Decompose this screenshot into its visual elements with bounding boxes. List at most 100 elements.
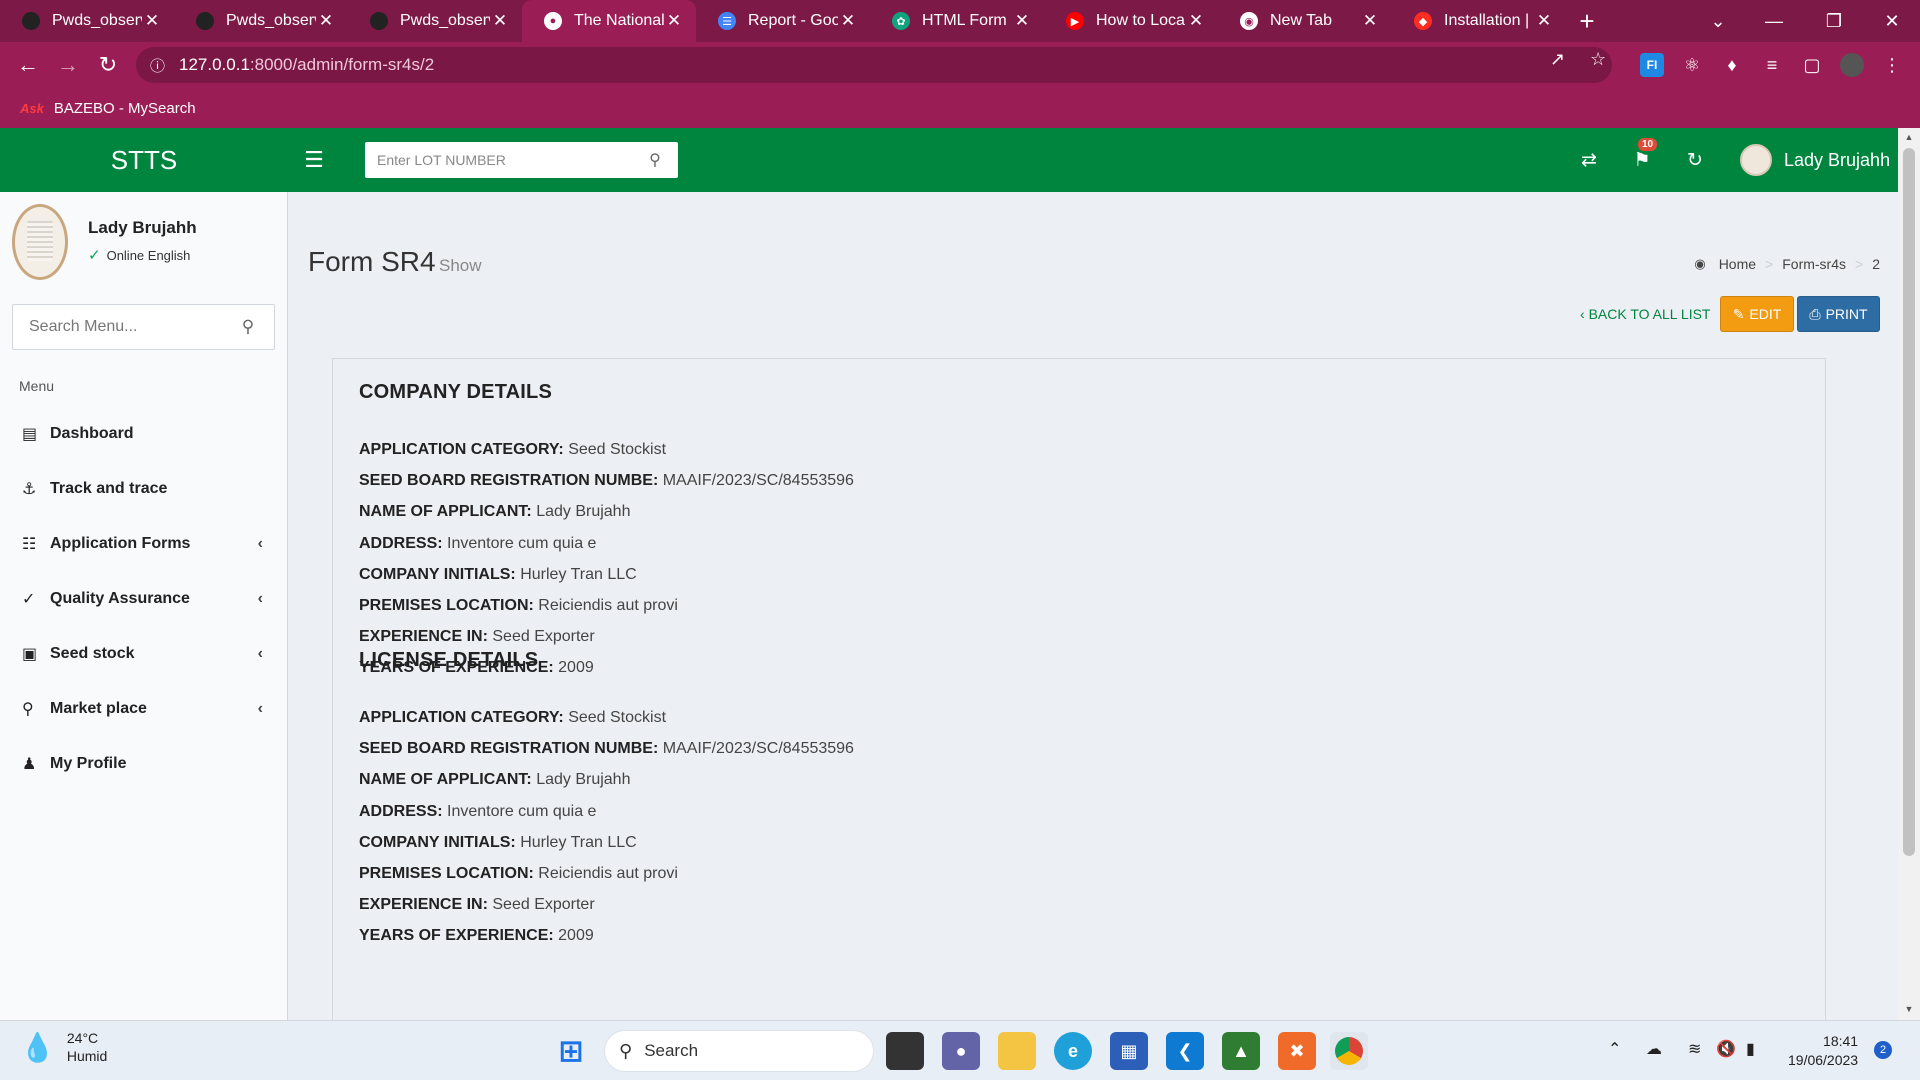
restore-icon[interactable]: ❐	[1806, 0, 1862, 42]
windows-start-icon[interactable]: ⊞	[552, 1032, 590, 1070]
edit-button-label: EDIT	[1749, 306, 1782, 322]
side-panel-icon[interactable]: ▢	[1800, 53, 1824, 77]
chevron-left-icon: ‹	[257, 534, 263, 552]
close-tab-icon[interactable]: ✕	[1534, 11, 1554, 31]
sidebar-item-quality-assurance[interactable]: ✓ Quality Assurance ‹	[0, 571, 287, 626]
close-tab-icon[interactable]: ✕	[1012, 11, 1032, 31]
microsoft-store-icon[interactable]: ▦	[1110, 1032, 1148, 1070]
reading-list-icon[interactable]: ≡	[1760, 53, 1784, 77]
task-view-icon[interactable]	[886, 1032, 924, 1070]
forward-arrow-icon[interactable]: →	[48, 45, 88, 85]
language-translate-icon[interactable]: ⇄	[1575, 146, 1603, 174]
search-icon[interactable]: ⚲	[635, 150, 675, 170]
bookmark-item[interactable]: BAZEBO - MySearch	[54, 100, 196, 117]
clock-date: 19/06/2023	[1788, 1052, 1859, 1068]
scroll-up-icon[interactable]: ▲	[1903, 132, 1915, 144]
field-label: ADDRESS:	[359, 534, 443, 552]
extension-react-icon[interactable]: ⚛	[1680, 53, 1704, 77]
notification-center-badge[interactable]: 2	[1874, 1041, 1892, 1059]
menu-search-input[interactable]	[13, 306, 223, 348]
field-value: Seed Stockist	[568, 709, 667, 726]
edit-button[interactable]: ✎ EDIT	[1720, 296, 1794, 332]
teams-chat-icon[interactable]: ●	[942, 1032, 980, 1070]
file-explorer-icon[interactable]	[998, 1032, 1036, 1070]
onedrive-cloud-icon[interactable]: ☁	[1646, 1039, 1662, 1059]
sidebar-item-track-and-trace[interactable]: ⚓ Track and trace	[0, 461, 287, 516]
lot-number-input[interactable]	[365, 143, 635, 177]
close-window-icon[interactable]: ✕	[1864, 0, 1920, 42]
page-scrollbar[interactable]: ▲ ▼	[1898, 128, 1920, 1020]
site-info-icon[interactable]: ⓘ	[150, 55, 165, 76]
share-icon[interactable]: ↗	[1550, 49, 1565, 70]
more-menu-icon[interactable]: ⋮	[1880, 53, 1904, 77]
header-user-menu[interactable]: Lady Brujahh	[1740, 143, 1890, 177]
speaker-muted-icon[interactable]: 🔇	[1716, 1039, 1736, 1059]
browser-tab[interactable]: ◆ Installation | L ✕	[1392, 0, 1566, 42]
url-bar[interactable]: ⓘ 127.0.0.1:8000/admin/form-sr4s/2	[136, 47, 1612, 83]
vscode-icon[interactable]: ❮	[1166, 1032, 1204, 1070]
close-tab-icon[interactable]: ✕	[1360, 11, 1380, 31]
user-avatar	[12, 204, 68, 280]
detail-field: PREMISES LOCATION: Reiciendis aut provi	[359, 858, 854, 889]
breadcrumb-form-sr4s[interactable]: Form-sr4s	[1782, 256, 1846, 272]
bookmark-star-icon[interactable]: ☆	[1590, 49, 1606, 70]
edge-browser-icon[interactable]: e	[1054, 1032, 1092, 1070]
page-title: Form SR4	[308, 246, 436, 277]
xampp-icon[interactable]: ✖	[1278, 1032, 1316, 1070]
browser-tab[interactable]: ☰ Report - Goog✕	[696, 0, 870, 42]
taskbar-search[interactable]: ⚲ Search	[604, 1030, 874, 1072]
detail-field: NAME OF APPLICANT: Lady Brujahh	[359, 764, 854, 795]
tab-search-icon[interactable]: ⌄	[1690, 0, 1746, 42]
url-host: 127.0.0.1	[179, 55, 250, 74]
print-button[interactable]: ⎙ PRINT	[1797, 296, 1880, 332]
weather-widget[interactable]: 💧 24°C Humid	[20, 1029, 107, 1065]
chrome-taskbar-icon[interactable]	[1330, 1032, 1368, 1070]
extensions-puzzle-icon[interactable]: ♦	[1720, 53, 1744, 77]
back-to-all-list-link[interactable]: ‹ BACK TO ALL LIST	[1580, 306, 1710, 322]
close-tab-icon[interactable]: ✕	[1186, 11, 1206, 31]
sidebar-item-application-forms[interactable]: ☷ Application Forms ‹	[0, 516, 287, 571]
wifi-icon[interactable]: ≋	[1688, 1039, 1701, 1059]
back-arrow-icon[interactable]: ←	[8, 45, 48, 85]
breadcrumb-home[interactable]: Home	[1719, 256, 1756, 272]
search-icon[interactable]: ⚲	[223, 317, 273, 337]
close-tab-icon[interactable]: ✕	[664, 11, 684, 31]
field-label: ADDRESS:	[359, 802, 443, 820]
browser-tab[interactable]: ◉ New Tab ✕	[1218, 0, 1392, 42]
browser-tab[interactable]: Pwds_observa✕	[0, 0, 174, 42]
browser-tab[interactable]: Pwds_observa✕	[174, 0, 348, 42]
field-label: APPLICATION CATEGORY:	[359, 441, 564, 458]
profile-avatar-icon[interactable]	[1840, 53, 1864, 77]
browser-tab[interactable]: ● The National S✕	[522, 0, 696, 42]
minimize-icon[interactable]: —	[1746, 0, 1802, 42]
scroll-thumb[interactable]	[1903, 148, 1915, 856]
show-hidden-icons-icon[interactable]: ⌃	[1608, 1039, 1621, 1059]
app-logo[interactable]: STTS	[0, 128, 288, 192]
detail-field: COMPANY INITIALS: Hurley Tran LLC	[359, 827, 854, 858]
battery-icon[interactable]: ▮	[1746, 1039, 1755, 1059]
hamburger-menu-icon[interactable]: ☰	[302, 146, 326, 174]
weather-drop-icon: 💧	[20, 1031, 55, 1063]
field-value: Reiciendis aut provi	[538, 864, 678, 882]
field-value: Lady Brujahh	[536, 771, 631, 789]
scroll-down-icon[interactable]: ▼	[1903, 1004, 1915, 1016]
refresh-icon[interactable]: ↻	[1681, 146, 1709, 174]
extension-fi-icon[interactable]: FI	[1640, 53, 1664, 77]
close-tab-icon[interactable]: ✕	[142, 11, 162, 31]
browser-tab[interactable]: ▶ How to Locali ✕	[1044, 0, 1218, 42]
android-studio-icon[interactable]: ▲	[1222, 1032, 1260, 1070]
close-tab-icon[interactable]: ✕	[838, 11, 858, 31]
new-tab-button[interactable]: +	[1566, 0, 1608, 42]
github-icon	[22, 12, 40, 30]
close-tab-icon[interactable]: ✕	[490, 11, 510, 31]
browser-tab[interactable]: Pwds_observa✕	[348, 0, 522, 42]
taskbar-clock[interactable]: 18:41 19/06/2023	[1788, 1032, 1858, 1070]
sidebar-item-dashboard[interactable]: ▤ Dashboard	[0, 406, 287, 461]
field-label: PREMISES LOCATION:	[359, 596, 534, 614]
sidebar-item-seed-stock[interactable]: ▣ Seed stock ‹	[0, 626, 287, 681]
sidebar-item-market-place[interactable]: ⚲ Market place ‹	[0, 681, 287, 736]
browser-tab[interactable]: ✿ HTML Form Pr✕	[870, 0, 1044, 42]
reload-icon[interactable]: ↻	[88, 45, 128, 85]
sidebar-item-my-profile[interactable]: ♟ My Profile	[0, 736, 287, 791]
close-tab-icon[interactable]: ✕	[316, 11, 336, 31]
